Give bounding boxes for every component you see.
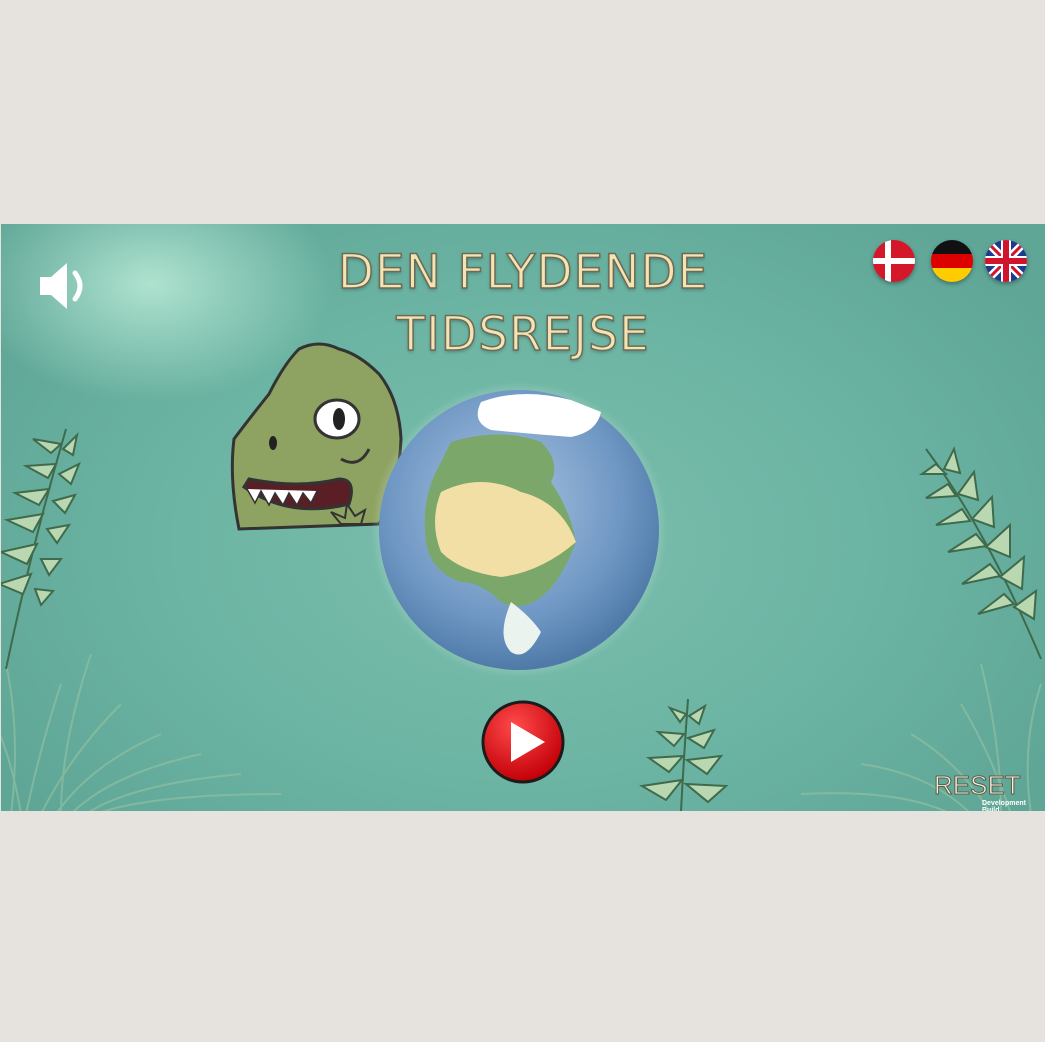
development-build-label: Development Build bbox=[982, 800, 1026, 811]
language-danish-button[interactable] bbox=[873, 240, 915, 282]
fern-decoration-right bbox=[918, 446, 1042, 660]
language-german-button[interactable] bbox=[931, 240, 973, 282]
fern-decoration-bottom bbox=[639, 698, 729, 811]
reset-button[interactable]: RESET bbox=[934, 770, 1022, 801]
earth-globe bbox=[371, 382, 667, 678]
sound-toggle-button[interactable] bbox=[37, 260, 95, 312]
danish-flag-icon bbox=[873, 240, 915, 282]
german-flag-icon bbox=[931, 240, 973, 282]
play-button[interactable] bbox=[481, 700, 565, 784]
language-english-button[interactable] bbox=[985, 240, 1027, 282]
title-line-2: TIDSREJSE bbox=[396, 306, 650, 363]
fern-decoration-left bbox=[1, 428, 81, 669]
uk-flag-icon bbox=[985, 240, 1027, 282]
game-screen: DEN FLYDENDE TIDSREJSE RESET Development… bbox=[1, 224, 1045, 811]
play-icon bbox=[481, 700, 565, 784]
speaker-icon bbox=[40, 263, 83, 309]
